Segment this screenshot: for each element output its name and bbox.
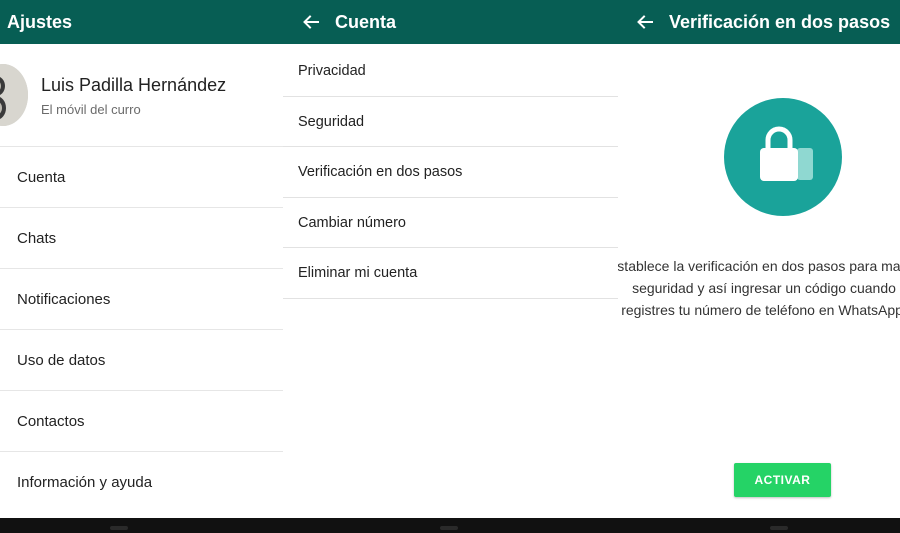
cuenta-app-bar: Cuenta xyxy=(283,0,618,44)
account-item-cambiar-numero[interactable]: Cambiar número xyxy=(283,198,618,248)
verificacion-panel: Verificación en dos pasos Establece la v… xyxy=(618,0,900,520)
account-item-seguridad[interactable]: Seguridad xyxy=(283,97,618,147)
account-item-eliminar-cuenta[interactable]: Eliminar mi cuenta xyxy=(283,248,618,299)
ajustes-panel: Ajustes Luis Padilla Hernández El móvil … xyxy=(0,0,283,520)
account-item-privacidad[interactable]: Privacidad xyxy=(283,46,618,97)
settings-list: Cuenta Chats Notificaciones Uso de datos… xyxy=(0,147,283,513)
system-nav-bar xyxy=(0,518,900,533)
settings-item-contactos[interactable]: Contactos xyxy=(0,391,283,452)
profile-status: El móvil del curro xyxy=(41,102,141,117)
settings-item-cuenta[interactable]: Cuenta xyxy=(0,147,283,208)
account-item-verificacion[interactable]: Verificación en dos pasos xyxy=(283,147,618,198)
settings-item-notificaciones[interactable]: Notificaciones xyxy=(0,269,283,330)
cuenta-panel: Cuenta Privacidad Seguridad Verificación… xyxy=(283,0,618,520)
verificacion-description: Establece la verificación en dos pasos p… xyxy=(618,258,900,318)
lock-icon xyxy=(724,98,842,216)
nav-indicator xyxy=(770,526,788,530)
verificacion-title: Verificación en dos pasos xyxy=(669,11,891,32)
profile-row[interactable]: Luis Padilla Hernández El móvil del curr… xyxy=(0,44,283,147)
profile-name: Luis Padilla Hernández xyxy=(41,75,227,95)
arrow-left-icon[interactable] xyxy=(635,12,655,32)
account-list: Privacidad Seguridad Verificación en dos… xyxy=(283,46,618,299)
cuenta-title: Cuenta xyxy=(335,11,397,32)
activar-button[interactable]: ACTIVAR xyxy=(734,463,831,497)
nav-indicator xyxy=(440,526,458,530)
settings-item-informacion-y-ayuda[interactable]: Información y ayuda xyxy=(0,452,283,513)
avatar[interactable] xyxy=(0,64,28,126)
verificacion-app-bar: Verificación en dos pasos xyxy=(618,0,900,44)
ajustes-title: Ajustes xyxy=(7,11,73,32)
ajustes-app-bar: Ajustes xyxy=(0,0,283,44)
arrow-left-icon[interactable] xyxy=(301,12,321,32)
settings-item-uso-de-datos[interactable]: Uso de datos xyxy=(0,330,283,391)
nav-indicator xyxy=(110,526,128,530)
settings-item-chats[interactable]: Chats xyxy=(0,208,283,269)
